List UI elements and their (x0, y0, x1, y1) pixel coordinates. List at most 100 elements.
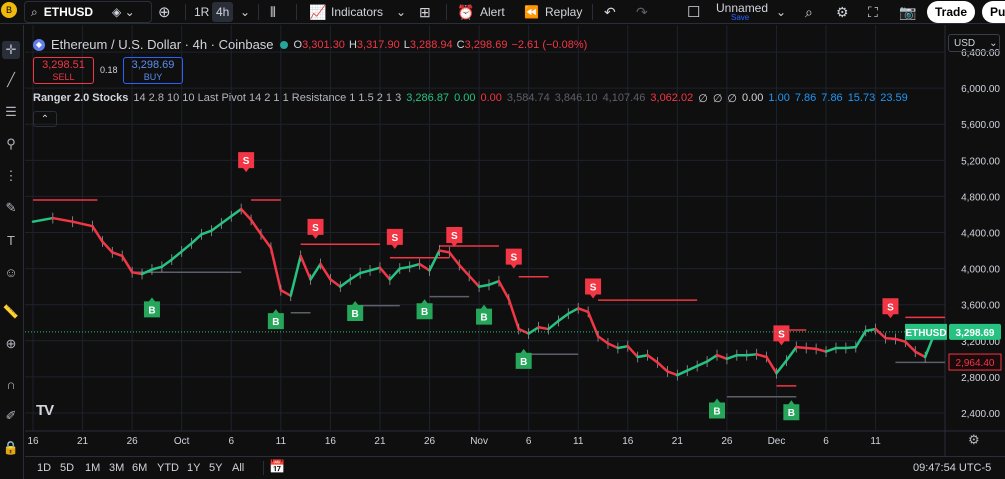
sell-price: 3,298.51 (42, 59, 85, 71)
quick-search-icon[interactable]: ⌕ (805, 0, 813, 24)
price-chart[interactable]: 6,400.00 6,000.00 5,600.00 5,200.00 4,800.00… (25, 25, 1005, 456)
interval-4h-button[interactable]: 4h (212, 2, 234, 22)
text-icon[interactable]: T (2, 231, 20, 249)
buy-button[interactable]: 3,298.69 BUY (123, 57, 183, 84)
price-line-segment (765, 355, 778, 375)
layout-dropdown-icon[interactable]: ⌄ (776, 0, 786, 24)
price-line-segment (51, 216, 74, 223)
layouts-icon[interactable]: ⊞ (419, 0, 431, 24)
sell-label: SELL (52, 72, 75, 82)
magnet-icon[interactable]: ∩ (2, 375, 20, 393)
indicators-button[interactable]: Indicators (331, 0, 383, 24)
interval-dropdown-icon[interactable]: ⌄ (240, 0, 250, 24)
price-tick-label: 2,400.00 (961, 409, 1000, 420)
price-line-segment (785, 345, 798, 362)
emoji-icon[interactable]: ☺ (2, 263, 20, 281)
price-line-segment (567, 307, 580, 315)
zoom-in-icon[interactable]: ⊕ (2, 335, 20, 353)
settings-gear-icon[interactable]: ⚙ (836, 0, 849, 24)
publish-button[interactable]: Pu (982, 1, 1005, 23)
range-5d-button[interactable]: 5D (60, 462, 74, 474)
indicator-legend[interactable]: Ranger 2.0 Stocks 14 2.8 10 10 Last Pivo… (33, 92, 908, 105)
diamond-icon[interactable]: ◈ ⌄ (112, 0, 135, 24)
sell-signal-label: S (243, 156, 250, 167)
price-line-segment (814, 347, 828, 353)
price-line-segment (388, 267, 402, 281)
pattern-icon[interactable]: ⚲ (2, 135, 20, 153)
currency-select[interactable]: USD ⌄ (948, 34, 1000, 52)
candle-style-icon[interactable]: ⫴ (270, 0, 276, 24)
buy-signal-label: B (148, 305, 155, 316)
price-line-segment (378, 266, 392, 281)
price-line-segment (755, 353, 768, 359)
collapse-legend-icon[interactable]: ⌃ (33, 111, 57, 127)
interval-1r-button[interactable]: 1R (194, 0, 209, 24)
replay-button[interactable]: Replay (545, 0, 582, 24)
price-line-segment (487, 279, 501, 287)
range-5y-button[interactable]: 5Y (209, 462, 222, 474)
price-line-segment (418, 262, 431, 272)
camera-icon[interactable]: 📷 (899, 0, 916, 24)
chart-legend: ◆ Ethereum / U.S. Dollar · 4h · Coinbase… (33, 37, 587, 52)
fullscreen-icon[interactable]: ⛶ (868, 0, 878, 24)
chevron-down-icon: ⌄ (989, 37, 998, 49)
range-ytd-button[interactable]: YTD (157, 462, 179, 474)
ruler-icon[interactable]: 📏 (2, 303, 20, 321)
price-tick-label: 4,000.00 (961, 265, 1000, 276)
price-line-segment (101, 240, 114, 254)
price-line-segment (467, 274, 481, 288)
price-line-segment (864, 327, 877, 333)
price-line-segment (616, 344, 630, 350)
sell-signal-label: S (391, 233, 398, 244)
fib-icon[interactable]: ☰ (2, 103, 20, 121)
time-tick-label: Nov (470, 436, 488, 447)
sell-signal-label: S (778, 329, 785, 340)
redo-icon[interactable]: ↷ (636, 0, 648, 24)
price-line-segment (31, 216, 55, 223)
price-line-segment (448, 251, 461, 267)
sell-button[interactable]: 3,298.51 SELL (33, 57, 94, 84)
price-line-segment (745, 353, 758, 357)
projection-icon[interactable]: ⋮ (2, 167, 20, 185)
indicators-icon[interactable]: 📈 (309, 0, 326, 24)
price-line-segment (299, 254, 312, 281)
replay-icon[interactable]: ⏪ (524, 0, 539, 24)
price-line-segment (874, 327, 887, 340)
brush-icon[interactable]: ✎ (2, 199, 20, 217)
chart-canvas[interactable]: 6,400.006,000.005,600.005,200.004,800.00… (25, 25, 1005, 456)
user-avatar[interactable]: B (1, 2, 17, 18)
alert-icon[interactable]: ⏰ (457, 0, 474, 24)
range-1d-button[interactable]: 1D (37, 462, 51, 474)
clock: 09:47:54 UTC-5 (913, 462, 992, 474)
trade-button[interactable]: Trade (927, 1, 975, 23)
undo-icon[interactable]: ↶ (604, 0, 616, 24)
lock-icon[interactable]: 🔒 (2, 439, 20, 457)
bottom-toolbar: 1D 5D 1M 3M 6M YTD 1Y 5Y All 📅 09:47:54 UTC-5 (25, 456, 1005, 479)
range-1y-button[interactable]: 1Y (187, 462, 200, 474)
range-all-button[interactable]: All (232, 462, 244, 474)
lock-drawing-icon[interactable]: ✐ (2, 407, 20, 425)
chart-settings-icon[interactable]: ⚙ (968, 432, 980, 448)
range-3m-button[interactable]: 3M (109, 462, 124, 474)
buy-price: 3,298.69 (131, 59, 175, 71)
indicators-dropdown-icon[interactable]: ⌄ (396, 0, 406, 24)
range-6m-button[interactable]: 6M (132, 462, 147, 474)
buy-signal-label: B (520, 357, 527, 368)
time-tick-label: 26 (721, 436, 733, 447)
price-line-segment (230, 207, 243, 218)
price-line-segment (715, 353, 729, 361)
crosshair-icon[interactable]: ✛ (2, 41, 20, 59)
price-line-segment (804, 346, 818, 351)
alert-button[interactable]: Alert (480, 0, 505, 24)
date-range-icon[interactable]: 📅 (269, 459, 285, 475)
trendline-icon[interactable]: ╱ (2, 71, 20, 89)
layout-square-icon[interactable]: ☐ (687, 0, 700, 24)
price-line-segment (527, 325, 540, 335)
layout-save[interactable]: Save (731, 13, 749, 22)
add-symbol-icon[interactable]: ⊕ (158, 0, 171, 24)
price-tick-label: 4,800.00 (961, 192, 1000, 203)
indicator-value: 23.59 (880, 92, 908, 104)
buy-signal-label: B (713, 406, 720, 417)
price-line-segment (111, 251, 124, 258)
range-1m-button[interactable]: 1M (85, 462, 100, 474)
